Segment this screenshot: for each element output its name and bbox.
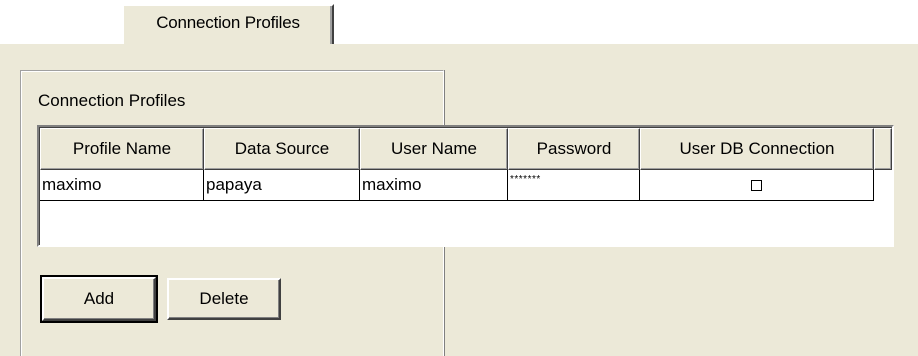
column-header-filler	[874, 128, 892, 170]
panel-title: Connection Profiles	[38, 91, 186, 110]
cell-profile-name[interactable]: maximo	[40, 170, 204, 200]
cell-user-name[interactable]: maximo	[360, 170, 508, 200]
cell-user-db-connection[interactable]	[640, 170, 874, 200]
table-row[interactable]: maximo papaya maximo *******	[40, 170, 874, 201]
user-db-connection-checkbox[interactable]	[751, 180, 762, 191]
tab-joint	[124, 42, 330, 45]
cell-password[interactable]: *******	[508, 170, 640, 200]
delete-button[interactable]: Delete	[167, 278, 281, 320]
column-header-profile-name[interactable]: Profile Name	[40, 128, 204, 170]
grid-header-row: Profile Name Data Source User Name Passw…	[40, 128, 892, 170]
cell-data-source[interactable]: papaya	[204, 170, 360, 200]
column-header-user-db-connection[interactable]: User DB Connection	[640, 128, 874, 170]
column-header-user-name[interactable]: User Name	[360, 128, 508, 170]
profiles-grid[interactable]: Profile Name Data Source User Name Passw…	[37, 125, 894, 247]
add-button[interactable]: Add	[40, 275, 158, 323]
tab-label: Connection Profiles	[156, 13, 300, 32]
tab-connection-profiles[interactable]: Connection Profiles	[122, 4, 334, 44]
column-header-data-source[interactable]: Data Source	[204, 128, 360, 170]
column-header-password[interactable]: Password	[508, 128, 640, 170]
